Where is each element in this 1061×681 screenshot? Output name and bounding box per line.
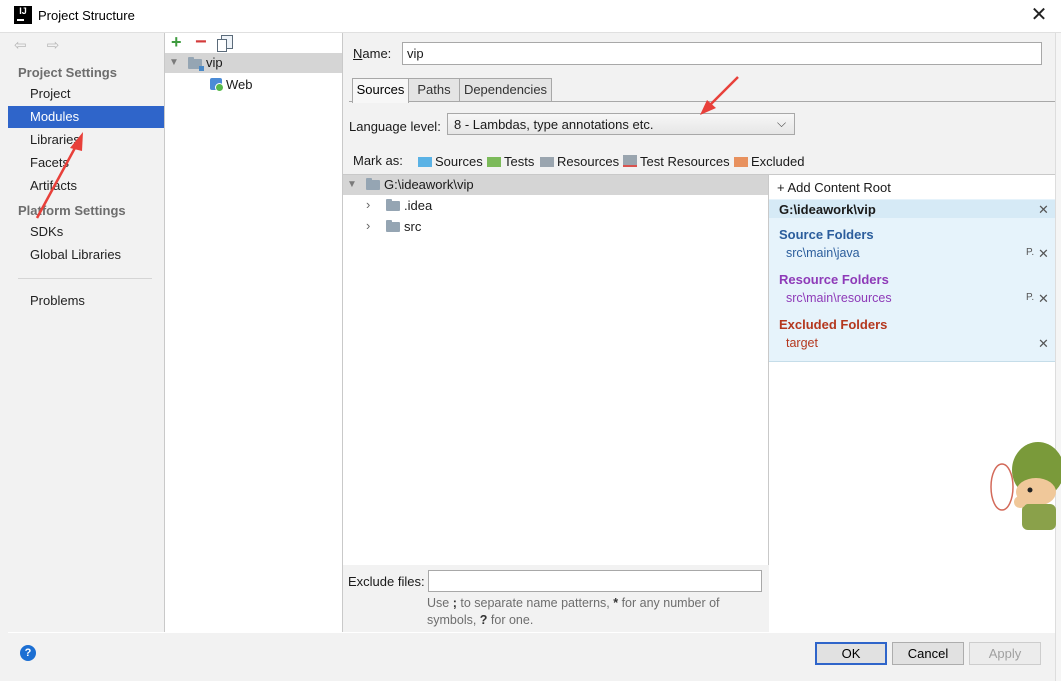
mark-resources-label: Resources — [557, 154, 620, 169]
module-folder-icon — [188, 57, 204, 71]
exclude-files-input[interactable] — [428, 570, 762, 592]
content-root-label[interactable]: G:\ideawork\vip — [384, 177, 474, 192]
language-level-label: Language level: — [349, 119, 441, 134]
add-icon[interactable]: + — [171, 32, 182, 53]
package-prefix-icon[interactable]: P. — [1026, 292, 1034, 303]
exclude-files-hint: Use ; to separate name patterns, * for a… — [427, 595, 757, 629]
hint-text: for one. — [487, 613, 534, 627]
remove-source-folder-icon[interactable]: ✕ — [1038, 246, 1049, 262]
nav-item-problems[interactable]: Problems — [8, 290, 164, 312]
nav-item-libraries[interactable]: Libraries — [8, 129, 164, 151]
tab-strip-divider — [349, 101, 1055, 102]
mark-excluded-label: Excluded — [751, 154, 805, 169]
module-name-input[interactable]: vip — [402, 42, 1042, 65]
project-settings-header: Project Settings — [18, 65, 117, 80]
tab-paths[interactable]: Paths — [408, 78, 460, 102]
window-title: Project Structure — [38, 8, 135, 23]
collapse-arrow-icon[interactable]: › — [366, 218, 370, 233]
remove-resource-folder-icon[interactable]: ✕ — [1038, 291, 1049, 307]
nav-item-modules[interactable]: Modules — [8, 106, 164, 128]
copy-icon[interactable] — [217, 35, 233, 52]
test-resources-folder-icon — [623, 155, 637, 167]
mark-as-test-resources[interactable]: Test Resources — [623, 154, 730, 169]
collapse-arrow-icon[interactable]: › — [366, 197, 370, 212]
nav-item-artifacts[interactable]: Artifacts — [8, 175, 164, 197]
nav-divider — [18, 278, 152, 279]
close-window-button[interactable]: ✕ — [1026, 4, 1052, 28]
tree-item-idea[interactable]: .idea — [404, 198, 432, 213]
ok-button[interactable]: OK — [815, 642, 887, 665]
tab-dependencies[interactable]: Dependencies — [459, 78, 552, 102]
tab-sources[interactable]: Sources — [352, 78, 409, 103]
mark-as-tests[interactable]: Tests — [487, 154, 534, 169]
mark-as-excluded[interactable]: Excluded — [734, 154, 804, 169]
resource-folder-path: src\main\resources — [786, 291, 892, 305]
remove-icon[interactable]: − — [195, 31, 207, 54]
apply-button[interactable]: Apply — [969, 642, 1041, 665]
module-tree-panel — [165, 33, 343, 632]
mark-sources-label: Sources — [435, 154, 483, 169]
folder-icon — [386, 220, 400, 232]
cancel-button[interactable]: Cancel — [892, 642, 964, 665]
tests-folder-icon — [487, 157, 501, 167]
tree-module-label[interactable]: vip — [206, 55, 223, 70]
intellij-app-icon: IJ — [14, 6, 32, 24]
expand-arrow-icon[interactable]: ▼ — [169, 57, 179, 68]
web-facet-icon — [210, 78, 224, 92]
hint-text: Use — [427, 596, 453, 610]
mascot-sticker-image — [990, 442, 1061, 530]
tree-item-src[interactable]: src — [404, 219, 421, 234]
nav-item-project[interactable]: Project — [8, 83, 164, 105]
mark-as-resources[interactable]: Resources — [540, 154, 619, 169]
mark-as-sources[interactable]: Sources — [418, 154, 483, 169]
content-root-path: G:\ideawork\vip — [779, 202, 876, 217]
excluded-folders-title: Excluded Folders — [779, 317, 888, 332]
folder-icon — [366, 178, 380, 190]
hint-text: to separate name patterns, — [456, 596, 614, 610]
source-folder-path: src\main\java — [786, 246, 860, 260]
sources-folder-icon — [418, 157, 432, 167]
back-forward-arrows-icon[interactable]: ⇦ ⇨ — [14, 36, 67, 54]
exclude-files-label: Exclude files: — [348, 574, 425, 589]
remove-content-root-icon[interactable]: ✕ — [1038, 202, 1049, 218]
chevron-down-icon[interactable]: ⌵ — [777, 116, 786, 131]
expand-arrow-icon[interactable]: ▼ — [347, 179, 357, 190]
remove-excluded-folder-icon[interactable]: ✕ — [1038, 336, 1049, 352]
help-icon[interactable]: ? — [20, 645, 36, 661]
platform-settings-header: Platform Settings — [18, 203, 126, 218]
resources-folder-icon — [540, 157, 554, 167]
right-window-edge — [1055, 33, 1061, 681]
nav-item-facets[interactable]: Facets — [8, 152, 164, 174]
nav-item-sdks[interactable]: SDKs — [8, 221, 164, 243]
folder-icon — [386, 199, 400, 211]
name-label-rest: ame: — [362, 46, 392, 61]
mark-test-resources-label: Test Resources — [640, 154, 730, 169]
left-window-edge — [0, 33, 8, 681]
excluded-folder-path: target — [786, 336, 818, 350]
title-bar — [0, 0, 1061, 33]
tree-facet-label[interactable]: Web — [226, 77, 253, 92]
mark-as-label: Mark as: — [353, 153, 403, 168]
language-level-select[interactable]: 8 - Lambdas, type annotations etc. — [447, 113, 795, 135]
name-label: Name: — [353, 46, 392, 61]
resource-folders-title: Resource Folders — [779, 272, 889, 287]
source-folders-title: Source Folders — [779, 227, 874, 242]
nav-item-global-libraries[interactable]: Global Libraries — [8, 244, 164, 266]
add-content-root-link[interactable]: + Add Content Root — [777, 180, 891, 195]
mark-tests-label: Tests — [504, 154, 535, 169]
excluded-folder-icon — [734, 157, 748, 167]
package-prefix-icon[interactable]: P. — [1026, 247, 1034, 258]
